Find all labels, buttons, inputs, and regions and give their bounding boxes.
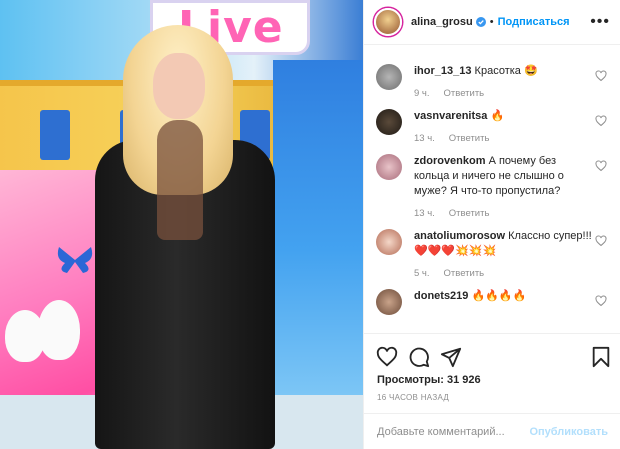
person-figure bbox=[85, 25, 285, 449]
comment-item: anatoliumorosow Классно супер!!!❤️❤️❤️💥💥… bbox=[364, 221, 620, 281]
comment-username[interactable]: zdorovenkom bbox=[414, 155, 486, 167]
face bbox=[153, 53, 205, 119]
reply-button[interactable]: Ответить bbox=[449, 133, 490, 144]
verified-badge-icon bbox=[475, 17, 486, 27]
reply-button[interactable]: Ответить bbox=[444, 88, 485, 99]
post-timestamp[interactable]: 16 ЧАСОВ НАЗАД bbox=[377, 393, 449, 402]
comment-icon[interactable] bbox=[408, 346, 430, 368]
comment-text: Красотка 🤩 bbox=[474, 65, 538, 77]
comment-username[interactable]: vasnvarenitsa bbox=[414, 110, 487, 122]
comment-time[interactable]: 9 ч. bbox=[414, 88, 430, 99]
like-comment-heart-icon[interactable] bbox=[595, 160, 607, 172]
comment-text: 🔥 bbox=[490, 110, 505, 122]
commenter-avatar[interactable] bbox=[376, 64, 402, 90]
author-username[interactable]: alina_grosu bbox=[411, 16, 473, 28]
bunny-figure bbox=[38, 300, 80, 360]
commenter-avatar[interactable] bbox=[376, 109, 402, 135]
comment-username[interactable]: donets219 bbox=[414, 290, 468, 302]
share-icon[interactable] bbox=[440, 346, 462, 368]
like-comment-heart-icon[interactable] bbox=[595, 235, 607, 247]
like-comment-heart-icon[interactable] bbox=[595, 115, 607, 127]
comment-item: vasnvarenitsa 🔥 13 ч. Ответить bbox=[364, 101, 620, 146]
heart-icon[interactable] bbox=[376, 346, 398, 368]
comment-item: donets219 🔥🔥🔥🔥 bbox=[364, 281, 620, 315]
comment-input[interactable] bbox=[377, 425, 530, 438]
post-sidebar: alina_grosu • Подписаться ••• ihor_13_13… bbox=[363, 0, 620, 449]
lace-top bbox=[157, 120, 203, 240]
comment-username[interactable]: ihor_13_13 bbox=[414, 65, 471, 77]
decor-block bbox=[40, 110, 70, 160]
separator-dot: • bbox=[489, 16, 494, 28]
follow-button[interactable]: Подписаться bbox=[498, 16, 570, 28]
reply-button[interactable]: Ответить bbox=[449, 208, 490, 219]
more-options-icon[interactable]: ••• bbox=[590, 14, 610, 30]
comment-time[interactable]: 5 ч. bbox=[414, 268, 430, 279]
comment-time[interactable]: 13 ч. bbox=[414, 133, 435, 144]
comment-time[interactable]: 13 ч. bbox=[414, 208, 435, 219]
post-media[interactable]: Live bbox=[0, 0, 363, 449]
comment-text: 🔥🔥🔥🔥 bbox=[471, 290, 527, 302]
action-bar bbox=[364, 333, 620, 373]
post-header: alina_grosu • Подписаться ••• bbox=[364, 0, 620, 45]
comment-item: ihor_13_13 Красотка 🤩 9 ч. Ответить bbox=[364, 56, 620, 101]
commenter-avatar[interactable] bbox=[376, 289, 402, 315]
commenter-avatar[interactable] bbox=[376, 229, 402, 255]
bookmark-icon[interactable] bbox=[590, 346, 612, 368]
like-comment-heart-icon[interactable] bbox=[595, 295, 607, 307]
commenter-avatar[interactable] bbox=[376, 154, 402, 180]
comment-item: zdorovenkom А почему без кольца и ничего… bbox=[364, 146, 620, 221]
background-wall bbox=[273, 60, 363, 440]
add-comment-bar: Опубликовать bbox=[364, 413, 620, 449]
post-comment-button[interactable]: Опубликовать bbox=[529, 426, 608, 438]
comments-list[interactable]: ihor_13_13 Красотка 🤩 9 ч. Ответить vasnv… bbox=[364, 56, 620, 332]
views-count[interactable]: Просмотры: 31 926 bbox=[377, 374, 481, 386]
comment-username[interactable]: anatoliumorosow bbox=[414, 230, 505, 242]
author-avatar[interactable] bbox=[374, 8, 402, 36]
reply-button[interactable]: Ответить bbox=[444, 268, 485, 279]
like-comment-heart-icon[interactable] bbox=[595, 70, 607, 82]
